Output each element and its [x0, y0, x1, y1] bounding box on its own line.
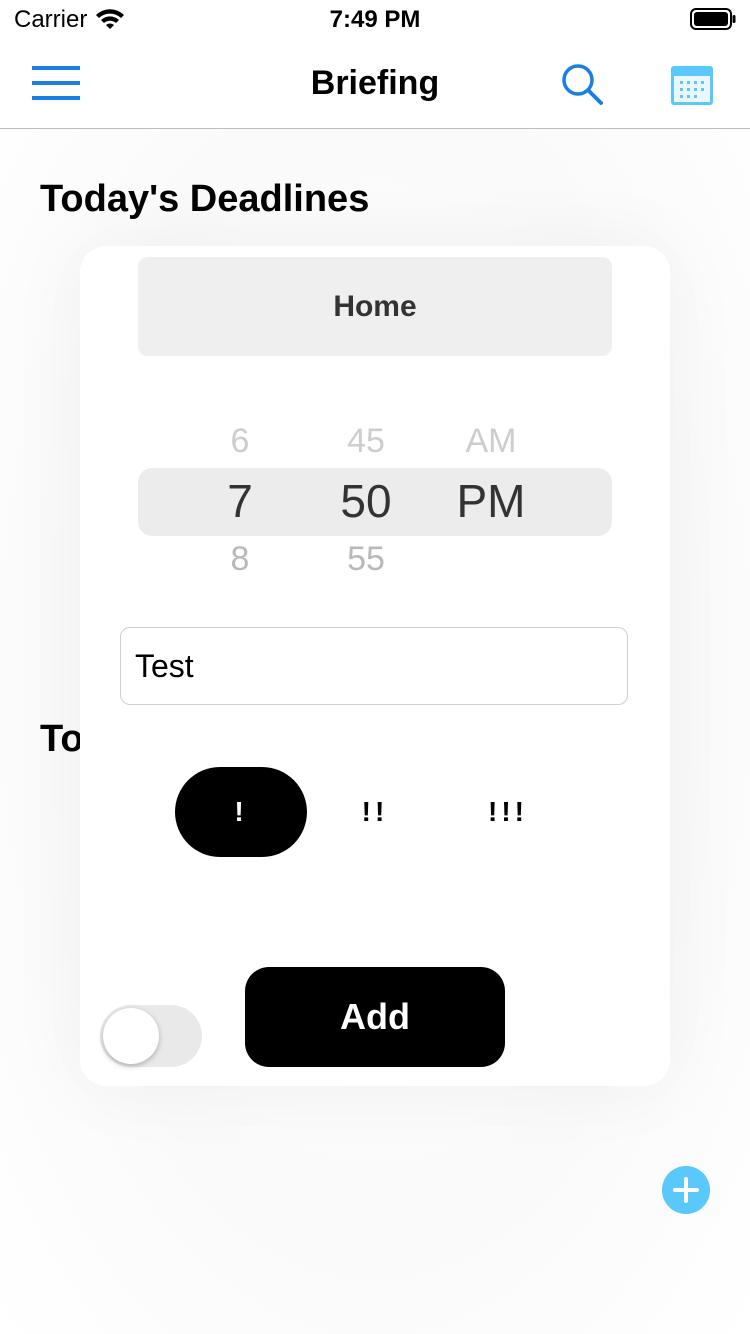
reminder-toggle[interactable]: [100, 1005, 202, 1067]
hour-wheel[interactable]: 6 7 8: [180, 416, 300, 586]
status-bar: Carrier 7:49 PM: [0, 0, 750, 40]
time-picker[interactable]: 6 7 8 45 50 55 AM PM: [138, 416, 612, 586]
deadlines-heading: Today's Deadlines: [40, 178, 370, 220]
hour-above: 6: [230, 422, 250, 460]
todos-heading: To: [40, 718, 84, 760]
priority-high-button[interactable]: !!!: [442, 767, 574, 857]
calendar-icon[interactable]: [670, 64, 714, 106]
toggle-knob: [103, 1008, 159, 1064]
period-above: AM: [465, 422, 517, 460]
minute-above: 45: [347, 422, 385, 460]
period-wheel[interactable]: AM PM: [431, 416, 551, 586]
navigation-bar: Briefing: [0, 40, 750, 129]
period-selected: PM: [456, 475, 526, 527]
status-time: 7:49 PM: [329, 6, 421, 33]
add-button[interactable]: Add: [245, 967, 505, 1067]
minute-selected: 50: [340, 475, 392, 527]
search-icon[interactable]: [560, 62, 604, 106]
minute-below: 55: [347, 540, 385, 578]
category-selector[interactable]: Home: [138, 257, 612, 356]
page-title: Briefing: [310, 64, 440, 102]
task-name-input[interactable]: [120, 627, 628, 705]
add-fab-plus-icon[interactable]: [662, 1166, 710, 1214]
minute-wheel[interactable]: 45 50 55: [306, 416, 426, 586]
hour-selected: 7: [227, 475, 253, 527]
hour-below: 8: [230, 540, 250, 578]
add-task-card: Home 6 7 8 45 50 55 AM PM ! !! !!! Add: [80, 246, 670, 1086]
priority-medium-button[interactable]: !!: [309, 767, 441, 857]
battery-icon: [690, 8, 736, 30]
priority-low-button[interactable]: !: [175, 767, 307, 857]
